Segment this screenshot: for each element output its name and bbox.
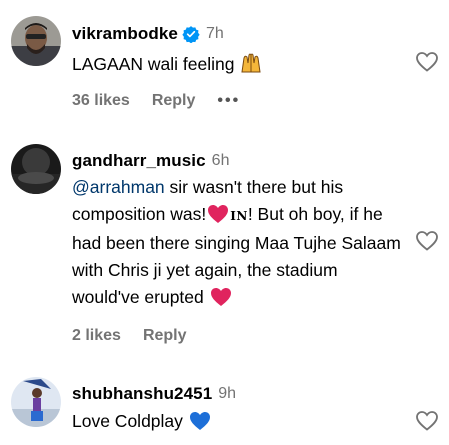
comment-body: shubhanshu2451 9h Love Coldplay [72,383,405,435]
mention-link[interactable]: @arrahman [72,177,165,197]
more-options-icon[interactable]: ••• [217,92,240,110]
likes-count[interactable]: 36 likes [72,92,130,110]
username[interactable]: shubhanshu2451 [72,384,212,404]
red-heart-emoji-icon [208,205,229,223]
avatar-image [11,377,61,427]
comment-header: shubhanshu2451 9h [72,383,405,405]
like-heart-icon[interactable] [415,50,439,74]
comment-item: gandharr_music 6h @arrahman sir wasn't t… [0,130,449,360]
comment-actions: 36 likes Reply ••• [72,92,405,110]
raised-hands-emoji-icon [241,53,261,73]
comment-text: Love Coldplay [72,408,405,435]
timestamp: 9h [218,385,237,402]
avatar[interactable] [11,377,61,427]
avatar[interactable] [11,144,61,194]
username[interactable]: vikrambodke [72,24,178,44]
comment-header: gandharr_music 6h [72,150,405,172]
like-heart-icon[interactable] [415,229,439,253]
comment-text: LAGAAN wali feeling [72,51,405,78]
like-heart-icon[interactable] [415,409,439,433]
reply-button[interactable]: Reply [152,92,196,110]
red-heart-emoji-icon [210,288,231,306]
comment-text-content: LAGAAN wali feeling [72,54,235,74]
comment-item: shubhanshu2451 9h Love Coldplay [0,370,449,445]
comment-text-content: Love Coldplay [72,411,183,431]
avatar[interactable] [11,16,61,66]
timestamp: 6h [211,152,230,169]
comment-text: @arrahman sir wasn't there but his compo… [72,174,405,311]
in-glyph: IN [230,209,248,223]
blue-heart-emoji-icon [189,412,210,430]
verified-badge-icon [182,26,200,43]
avatar-image [11,144,61,194]
reply-button[interactable]: Reply [143,327,187,345]
avatar-image [11,16,61,66]
timestamp: 7h [205,25,224,42]
comment-body: gandharr_music 6h @arrahman sir wasn't t… [72,150,405,345]
comment-actions: 2 likes Reply [72,327,405,345]
username[interactable]: gandharr_music [72,151,206,171]
comment-header: vikrambodke 7h [72,23,405,45]
likes-count[interactable]: 2 likes [72,327,121,345]
comment-item: vikrambodke 7h LAGAAN wali feeling 36 li… [0,0,449,130]
comment-body: vikrambodke 7h LAGAAN wali feeling 36 li… [72,23,405,110]
